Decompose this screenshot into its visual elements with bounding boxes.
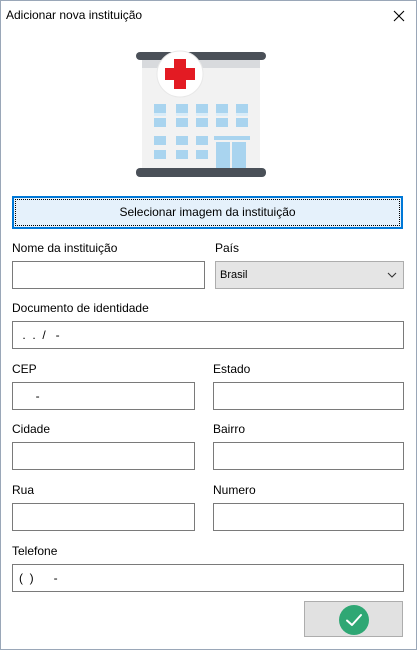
pais-selected-value: Brasil [220,269,248,281]
rua-input[interactable] [12,503,195,531]
hospital-building-icon [136,50,266,177]
documento-input[interactable]: . . / - [12,321,404,349]
focus-rect [15,199,400,226]
bairro-input[interactable] [213,442,404,470]
cep-input[interactable]: - [12,382,195,410]
cidade-label: Cidade [12,422,51,436]
title-bar: Adicionar nova instituição [1,1,416,31]
estado-input[interactable] [213,382,404,410]
select-image-button[interactable]: Selecionar imagem da instituição [12,196,403,229]
estado-label: Estado [213,362,251,376]
pais-label: País [215,241,240,255]
window-title: Adicionar nova instituição [6,8,143,22]
chevron-down-icon [387,272,397,278]
numero-label: Numero [213,483,256,497]
telefone-input[interactable]: ( ) - [12,564,404,592]
pais-select[interactable]: Brasil [215,261,404,289]
nome-input[interactable] [12,261,205,289]
close-button[interactable] [382,1,416,31]
documento-label: Documento de identidade [12,301,149,315]
bairro-label: Bairro [213,422,246,436]
confirm-button[interactable] [304,601,403,637]
add-institution-window: Adicionar nova instituição Selecionar im… [0,0,417,650]
cidade-input[interactable] [12,442,195,470]
checkmark-circle-icon [339,605,369,635]
nome-label: Nome da instituição [12,241,118,255]
close-icon [393,10,405,22]
numero-input[interactable] [213,503,404,531]
telefone-label: Telefone [12,544,58,558]
cep-label: CEP [12,362,37,376]
rua-label: Rua [12,483,35,497]
